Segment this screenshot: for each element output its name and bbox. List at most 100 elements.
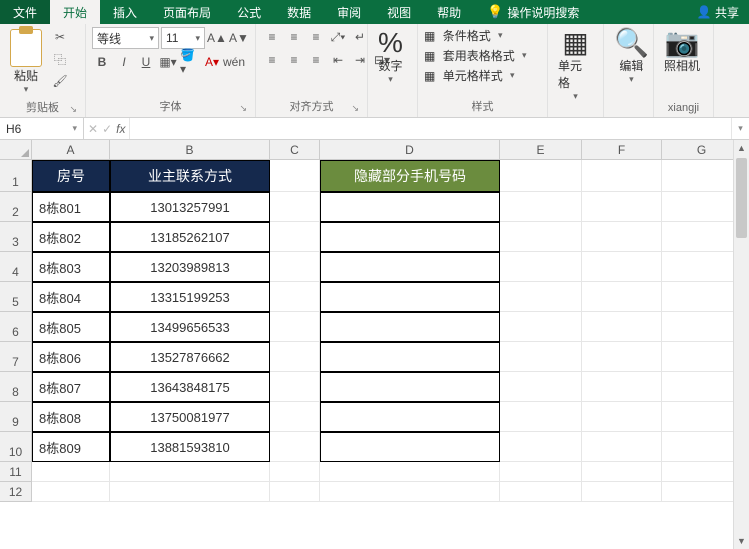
cell[interactable] xyxy=(110,482,270,502)
cell[interactable] xyxy=(662,312,742,342)
accept-formula-button[interactable]: ✓ xyxy=(102,122,112,136)
cell[interactable] xyxy=(500,402,582,432)
align-right-button[interactable]: ≡ xyxy=(306,50,326,70)
underline-button[interactable]: U xyxy=(136,52,156,72)
cell[interactable] xyxy=(270,432,320,462)
name-box[interactable]: H6▾ xyxy=(0,118,84,139)
data-cell[interactable]: 13203989813 xyxy=(110,252,270,282)
cell[interactable] xyxy=(500,482,582,502)
cell[interactable] xyxy=(582,402,662,432)
row-header[interactable]: 3 xyxy=(0,222,32,252)
data-cell[interactable]: 8栋808 xyxy=(32,402,110,432)
data-cell[interactable]: 8栋806 xyxy=(32,342,110,372)
align-top-button[interactable]: ≡ xyxy=(262,27,282,47)
cell[interactable] xyxy=(662,160,742,192)
launcher-icon[interactable]: ↘ xyxy=(351,103,359,114)
cell[interactable] xyxy=(500,432,582,462)
cell[interactable] xyxy=(270,222,320,252)
row-header[interactable]: 2 xyxy=(0,192,32,222)
tab-formulas[interactable]: 公式 xyxy=(224,0,274,24)
data-cell[interactable]: 13527876662 xyxy=(110,342,270,372)
row-header[interactable]: 5 xyxy=(0,282,32,312)
tab-layout[interactable]: 页面布局 xyxy=(150,0,224,24)
column-header[interactable]: G xyxy=(662,140,742,160)
tab-view[interactable]: 视图 xyxy=(374,0,424,24)
data-cell[interactable]: 8栋801 xyxy=(32,192,110,222)
align-center-button[interactable]: ≡ xyxy=(284,50,304,70)
data-cell[interactable] xyxy=(320,432,500,462)
data-cell[interactable] xyxy=(320,282,500,312)
cell[interactable] xyxy=(320,482,500,502)
column-header[interactable]: A xyxy=(32,140,110,160)
cell[interactable] xyxy=(320,462,500,482)
row-header[interactable]: 1 xyxy=(0,160,32,192)
data-cell[interactable]: 8栋802 xyxy=(32,222,110,252)
cell[interactable] xyxy=(582,282,662,312)
cell[interactable] xyxy=(500,160,582,192)
row-header[interactable]: 4 xyxy=(0,252,32,282)
data-cell[interactable]: 8栋805 xyxy=(32,312,110,342)
cell[interactable] xyxy=(500,252,582,282)
data-cell[interactable] xyxy=(320,192,500,222)
cell[interactable] xyxy=(500,312,582,342)
cell[interactable] xyxy=(500,222,582,252)
cell[interactable] xyxy=(270,372,320,402)
cells-button[interactable]: ▦单元格▾ xyxy=(554,27,597,104)
cell[interactable] xyxy=(582,192,662,222)
data-cell[interactable]: 房号 xyxy=(32,160,110,192)
cell[interactable] xyxy=(582,342,662,372)
cell[interactable] xyxy=(662,222,742,252)
share-button[interactable]: 👤 共享 xyxy=(687,0,749,24)
cell[interactable] xyxy=(662,252,742,282)
cell[interactable] xyxy=(500,372,582,402)
border-button[interactable]: ▦▾ xyxy=(158,52,178,72)
data-cell[interactable] xyxy=(320,252,500,282)
font-name-select[interactable]: 等线▾ xyxy=(92,27,159,49)
data-cell[interactable] xyxy=(320,312,500,342)
align-middle-button[interactable]: ≡ xyxy=(284,27,304,47)
row-header[interactable]: 10 xyxy=(0,432,32,462)
launcher-icon[interactable]: ↘ xyxy=(69,104,77,115)
cell[interactable] xyxy=(270,160,320,192)
tab-data[interactable]: 数据 xyxy=(274,0,324,24)
spreadsheet-grid[interactable]: ABCDEFGH 123456789101112 房号业主联系方式隐藏部分手机号… xyxy=(0,140,749,549)
fill-color-button[interactable]: 🪣▾ xyxy=(180,52,200,72)
tell-me[interactable]: 💡操作说明搜索 xyxy=(474,0,592,24)
cell[interactable] xyxy=(270,192,320,222)
decrease-font-button[interactable]: A▼ xyxy=(229,28,249,48)
select-all-corner[interactable] xyxy=(0,140,32,160)
data-cell[interactable] xyxy=(320,402,500,432)
cell[interactable] xyxy=(582,372,662,402)
data-cell[interactable] xyxy=(320,372,500,402)
conditional-format-button[interactable]: ▦ 条件格式 ▾ xyxy=(424,27,503,44)
formula-input[interactable] xyxy=(130,118,731,139)
cell[interactable] xyxy=(662,432,742,462)
tab-insert[interactable]: 插入 xyxy=(100,0,150,24)
cell[interactable] xyxy=(270,252,320,282)
cell[interactable] xyxy=(662,342,742,372)
cell[interactable] xyxy=(110,462,270,482)
data-cell[interactable]: 13750081977 xyxy=(110,402,270,432)
column-header[interactable]: B xyxy=(110,140,270,160)
data-cell[interactable]: 隐藏部分手机号码 xyxy=(320,160,500,192)
phonetic-button[interactable]: wén xyxy=(224,52,244,72)
cell[interactable] xyxy=(582,252,662,282)
row-header[interactable]: 11 xyxy=(0,462,32,482)
increase-font-button[interactable]: A▲ xyxy=(207,28,227,48)
align-left-button[interactable]: ≡ xyxy=(262,50,282,70)
data-cell[interactable] xyxy=(320,342,500,372)
cell[interactable] xyxy=(270,402,320,432)
data-cell[interactable] xyxy=(320,222,500,252)
data-cell[interactable]: 8栋804 xyxy=(32,282,110,312)
format-painter-button[interactable]: 🖌 xyxy=(50,71,70,91)
column-header[interactable]: F xyxy=(582,140,662,160)
wrap-text-button[interactable]: ↵ xyxy=(350,27,370,47)
cancel-formula-button[interactable]: ✕ xyxy=(88,122,98,136)
fx-button[interactable]: fx xyxy=(116,122,125,136)
column-header[interactable]: D xyxy=(320,140,500,160)
cell[interactable] xyxy=(582,462,662,482)
cell[interactable] xyxy=(32,482,110,502)
copy-button[interactable]: ⿻ xyxy=(50,49,70,69)
vertical-scrollbar[interactable]: ▲ ▼ xyxy=(733,140,749,549)
tab-file[interactable]: 文件 xyxy=(0,0,50,24)
